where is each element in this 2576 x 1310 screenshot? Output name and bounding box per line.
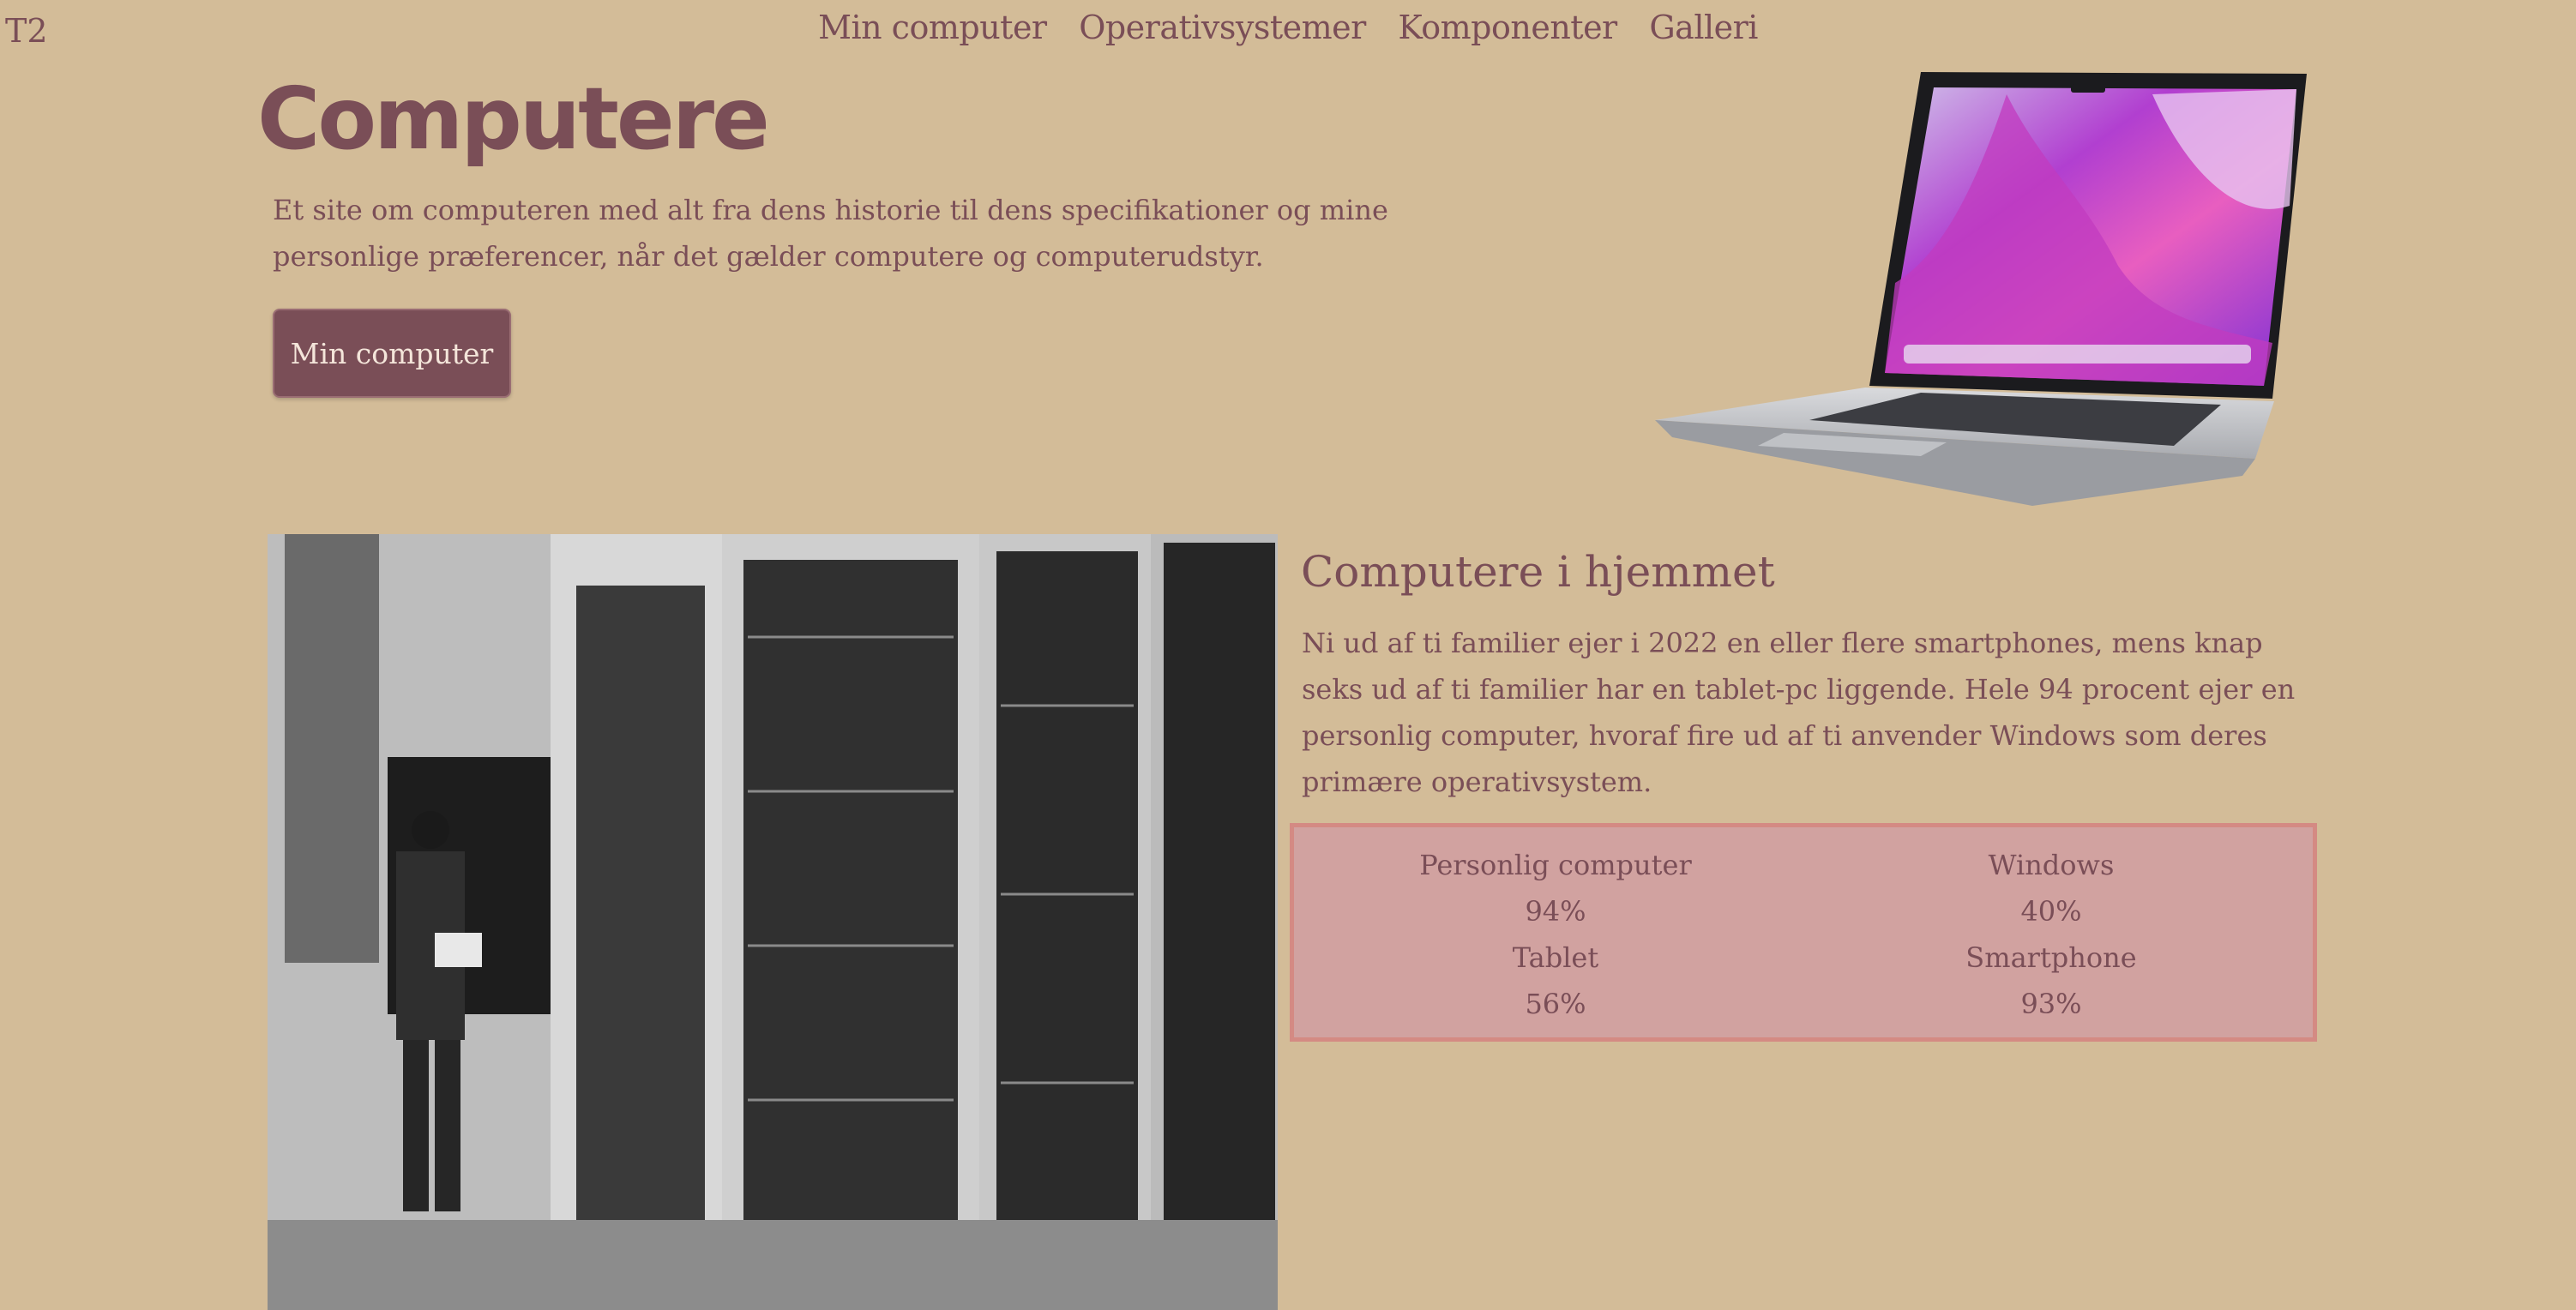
stat-value: 93% xyxy=(2020,988,2082,1020)
stat-label: Personlig computer xyxy=(1419,849,1692,881)
laptop-image xyxy=(1655,72,2307,506)
stat-value: 56% xyxy=(1525,988,1586,1020)
nav-min-computer[interactable]: Min computer xyxy=(818,9,1047,46)
page-title: Computere xyxy=(257,69,770,169)
main-nav: Min computer Operativsystemer Komponente… xyxy=(0,9,2576,46)
historic-computer-photo xyxy=(268,534,1278,1310)
stat-value: 94% xyxy=(1525,895,1586,928)
nav-galleri[interactable]: Galleri xyxy=(1649,9,1758,46)
stat-label: Tablet xyxy=(1512,941,1599,974)
stat-windows: Windows 40% xyxy=(1803,842,2300,934)
stat-personal-computer: Personlig computer 94% xyxy=(1307,842,1804,934)
nav-komponenter[interactable]: Komponenter xyxy=(1398,9,1617,46)
section-title: Computere i hjemmet xyxy=(1301,547,1775,597)
stat-smartphone: Smartphone 93% xyxy=(1803,934,2300,1027)
stat-label: Smartphone xyxy=(1965,941,2137,974)
stat-label: Windows xyxy=(1988,849,2115,881)
stats-box: Personlig computer 94% Windows 40% Table… xyxy=(1290,823,2317,1042)
stat-value: 40% xyxy=(2020,895,2082,928)
stat-tablet: Tablet 56% xyxy=(1307,934,1804,1027)
intro-text: Et site om computeren med alt fra dens h… xyxy=(273,194,1388,273)
nav-operativsystemer[interactable]: Operativsystemer xyxy=(1079,9,1366,46)
section-text: Ni ud af ti familier ejer i 2022 en elle… xyxy=(1302,627,2296,798)
min-computer-button[interactable]: Min computer xyxy=(273,309,511,398)
